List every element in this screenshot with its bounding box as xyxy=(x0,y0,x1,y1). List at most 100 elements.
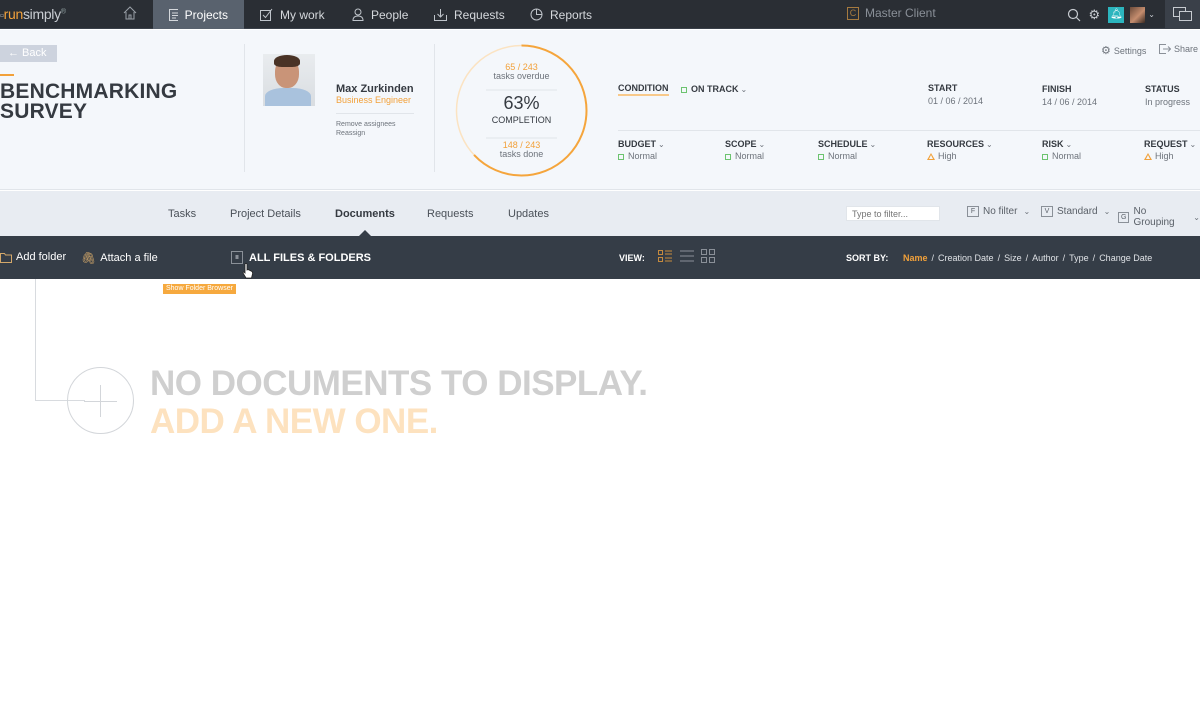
home-icon[interactable] xyxy=(122,5,138,21)
view-dropdown[interactable]: V Standard ⌄ xyxy=(1041,206,1110,217)
sort-name[interactable]: Name xyxy=(903,253,928,263)
reassign-link[interactable]: Reassign xyxy=(336,130,365,137)
condition-dropdown[interactable]: ON TRACK ⌄ xyxy=(681,84,747,94)
tasks-done-label: tasks done xyxy=(499,149,544,159)
completion-label: COMPLETION xyxy=(491,115,552,125)
nav-reports[interactable]: Reports xyxy=(514,0,608,29)
chat-icon[interactable] xyxy=(1165,0,1200,29)
top-navigation: ▫runsimply® Projects My work People Requ… xyxy=(0,0,1200,29)
gear-icon[interactable]: ⚙ xyxy=(1084,5,1104,25)
attach-file-button[interactable]: 🖇︎ Attach a file xyxy=(81,251,158,265)
sort-size[interactable]: Size xyxy=(1004,253,1022,263)
remove-assignees-link[interactable]: Remove assignees xyxy=(336,121,396,128)
tab-requests[interactable]: Requests xyxy=(427,208,473,220)
chevron-down-icon: ⌄ xyxy=(1065,140,1073,149)
search-icon[interactable] xyxy=(1064,5,1084,25)
tooltip: Show Folder Browser xyxy=(163,284,236,294)
back-button[interactable]: ← Back xyxy=(0,45,57,62)
divider xyxy=(434,44,435,172)
status-square-icon xyxy=(618,153,624,160)
chevron-down-icon: ⌄ xyxy=(1189,140,1197,149)
filter-dropdown[interactable]: F No filter ⌄ xyxy=(967,206,1030,217)
chevron-down-icon: ⌄ xyxy=(758,140,766,149)
documents-toolbar: Add folder 🖇︎ Attach a file ALL FILES & … xyxy=(0,236,1200,279)
divider xyxy=(244,44,245,172)
metric-scope[interactable]: SCOPE ⌄ xyxy=(725,139,765,149)
notification-bell-icon[interactable]: 🔔︎ xyxy=(1108,6,1125,23)
assignee-name: Max Zurkinden xyxy=(336,83,414,95)
tab-project-details[interactable]: Project Details xyxy=(230,208,301,220)
start-date: 01 / 06 / 2014 xyxy=(928,96,984,106)
project-header: ← Back BENCHMARKING SURVEY ⚙ Settings Sha… xyxy=(0,30,1200,190)
sort-options: Name / Creation Date / Size / Author / Type /… xyxy=(903,253,1153,263)
tasks-overdue-label: tasks overdue xyxy=(493,71,550,81)
assignee-role: Business Engineer xyxy=(336,95,412,105)
completion-percent: 63% xyxy=(503,93,540,113)
metric-resources[interactable]: RESOURCES ⌄ xyxy=(927,139,993,149)
grouping-dropdown[interactable]: G No Grouping ⌄ xyxy=(1118,206,1200,228)
gear-icon: ⚙ xyxy=(1101,45,1111,57)
chevron-down-icon: ⌄ xyxy=(1193,212,1200,222)
metric-budget[interactable]: BUDGET ⌄ xyxy=(618,139,665,149)
app-logo[interactable]: ▫runsimply® xyxy=(0,6,66,22)
metric-schedule[interactable]: SCHEDULE ⌄ xyxy=(818,139,876,149)
project-title: BENCHMARKING SURVEY xyxy=(0,80,178,123)
grid-view-icon[interactable] xyxy=(701,249,715,263)
sort-creation-date[interactable]: Creation Date xyxy=(938,253,994,263)
status-label: STATUS xyxy=(1145,84,1180,94)
divider xyxy=(336,113,414,114)
tab-updates[interactable]: Updates xyxy=(508,208,549,220)
assignee-photo xyxy=(263,54,315,106)
finish-date: 14 / 06 / 2014 xyxy=(1042,97,1098,107)
condition-label: CONDITION xyxy=(618,83,669,96)
sort-type[interactable]: Type xyxy=(1069,253,1089,263)
warning-triangle-icon xyxy=(927,153,935,161)
start-label: START xyxy=(928,83,958,93)
status-square-icon xyxy=(681,86,687,93)
tree-line xyxy=(35,279,36,400)
nav-people[interactable]: People xyxy=(336,0,424,29)
chevron-down-icon: ⌄ xyxy=(740,85,748,94)
settings-button[interactable]: ⚙ Settings xyxy=(1101,44,1146,57)
empty-state-add-prompt[interactable]: ADD A NEW ONE. xyxy=(150,402,438,442)
status-square-icon xyxy=(725,153,731,160)
sort-by-label: SORT BY: xyxy=(846,253,889,263)
paperclip-icon: 🖇︎ xyxy=(81,251,97,265)
status-value: In progress xyxy=(1145,97,1191,107)
tab-tasks[interactable]: Tasks xyxy=(168,208,196,220)
warning-triangle-icon xyxy=(1144,153,1152,161)
share-icon xyxy=(1159,44,1171,54)
tab-documents[interactable]: Documents xyxy=(335,208,395,220)
add-document-plus-icon[interactable] xyxy=(67,367,134,434)
sort-change-date[interactable]: Change Date xyxy=(1099,253,1152,263)
chevron-down-icon: ⌄ xyxy=(1103,207,1111,216)
sort-author[interactable]: Author xyxy=(1032,253,1059,263)
share-button[interactable]: Share xyxy=(1159,44,1198,54)
hand-cursor-icon xyxy=(242,263,253,279)
metric-risk[interactable]: RISK ⌄ xyxy=(1042,139,1072,149)
metric-request[interactable]: REQUEST ⌄ xyxy=(1144,139,1196,149)
list-view-icon[interactable] xyxy=(680,249,694,263)
checkbox-icon xyxy=(260,8,273,21)
chevron-down-icon: ⌄ xyxy=(986,140,993,149)
person-icon xyxy=(352,8,364,21)
inbox-icon xyxy=(434,8,447,21)
nav-requests[interactable]: Requests xyxy=(418,0,521,29)
nav-my-work[interactable]: My work xyxy=(244,0,341,29)
client-badge: C xyxy=(847,6,859,20)
folder-icon xyxy=(0,252,12,263)
view-label: VIEW: xyxy=(619,253,645,263)
title-accent xyxy=(0,74,14,76)
document-icon xyxy=(169,8,178,21)
add-folder-button[interactable]: Add folder xyxy=(0,251,66,263)
status-square-icon xyxy=(818,153,824,160)
filter-input[interactable] xyxy=(846,206,940,221)
empty-state-message: NO DOCUMENTS TO DISPLAY. xyxy=(150,364,648,403)
nav-projects[interactable]: Projects xyxy=(153,0,244,29)
client-selector[interactable]: C Master Client xyxy=(847,6,936,20)
pie-chart-icon xyxy=(530,8,543,21)
user-avatar[interactable] xyxy=(1130,6,1146,23)
chevron-down-icon[interactable]: ⌄ xyxy=(1148,10,1155,19)
chevron-down-icon: ⌄ xyxy=(1023,207,1031,216)
list-detail-view-icon[interactable] xyxy=(658,249,672,263)
